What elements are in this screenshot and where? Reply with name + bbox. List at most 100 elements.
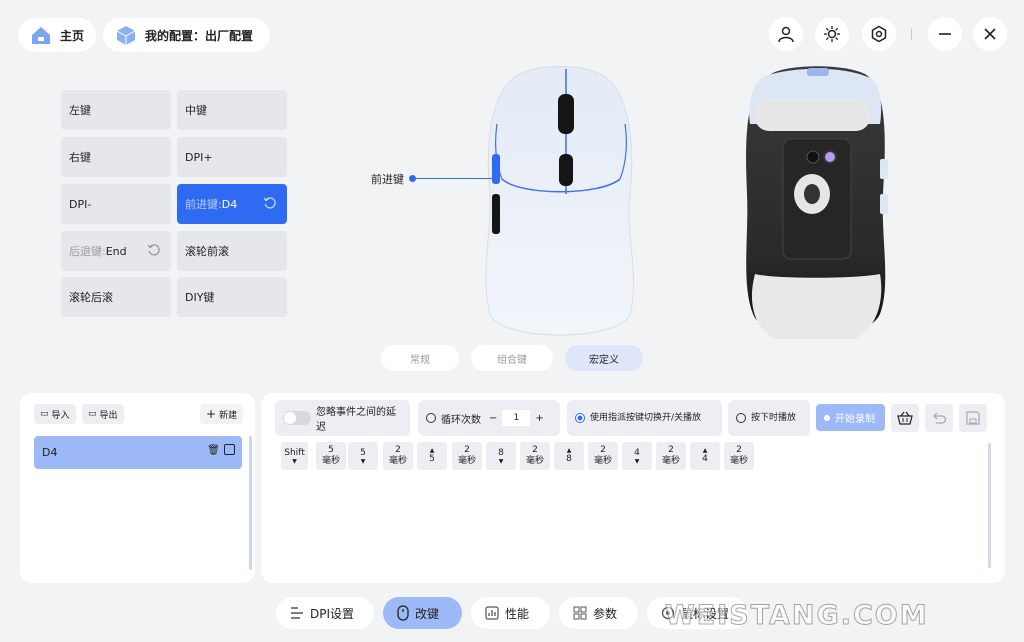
new-macro-button[interactable]: + 新建 bbox=[200, 404, 244, 424]
undo-button[interactable] bbox=[925, 404, 953, 432]
plus-icon[interactable]: + bbox=[535, 413, 543, 424]
macro-delay-item[interactable]: 2 毫秒 bbox=[520, 442, 550, 470]
loop-option[interactable]: 循环次数 − 1 + bbox=[418, 400, 560, 436]
tab-combo[interactable]: 组合键 bbox=[471, 345, 553, 371]
key-diy-button[interactable]: DIY键 bbox=[177, 277, 287, 317]
macro-item-value: 4 bbox=[634, 447, 640, 458]
export-button[interactable]: ▭ 导出 bbox=[82, 404, 124, 424]
key-wheel-down-button[interactable]: 滚轮后滚 bbox=[61, 277, 171, 317]
key-value: D4 bbox=[221, 197, 238, 211]
chart-icon bbox=[485, 606, 499, 620]
hold-play-radio[interactable] bbox=[736, 413, 746, 423]
loop-radio[interactable] bbox=[426, 413, 436, 423]
plus-icon: + bbox=[206, 407, 217, 421]
editor-scrollbar[interactable] bbox=[988, 443, 991, 568]
reset-icon[interactable] bbox=[147, 243, 161, 257]
macro-delay-item[interactable]: 2 毫秒 bbox=[588, 442, 618, 470]
macro-item[interactable]: D4 🗑 bbox=[34, 436, 242, 469]
settings-button[interactable] bbox=[862, 17, 896, 51]
nav-performance[interactable]: 性能 bbox=[471, 597, 550, 629]
sun-icon bbox=[824, 26, 840, 42]
record-dot-icon bbox=[824, 414, 830, 421]
user-button[interactable] bbox=[769, 17, 803, 51]
macro-delay-item[interactable]: 2 毫秒 bbox=[656, 442, 686, 470]
macro-key-item[interactable]: 5 ▼ bbox=[348, 442, 378, 470]
macro-key-item[interactable]: Shift ▼ bbox=[281, 442, 308, 470]
watermark: WEISTANG.COM bbox=[665, 600, 929, 632]
mouse-top-view bbox=[485, 66, 635, 336]
toggle-play-label: 使用指派按键切换开/关播放 bbox=[590, 413, 702, 423]
macro-key-item[interactable]: ▲ 8 bbox=[554, 442, 584, 470]
tab-macro[interactable]: 宏定义 bbox=[565, 345, 643, 371]
import-icon: ▭ bbox=[40, 409, 49, 419]
nav-label: DPI设置 bbox=[310, 606, 355, 621]
macro-item-value: 4 bbox=[702, 453, 708, 464]
toggle-play-radio[interactable] bbox=[575, 413, 585, 423]
header-divider bbox=[911, 28, 912, 40]
macro-item-value: 2 bbox=[600, 445, 606, 455]
macro-delay-item[interactable]: 2 毫秒 bbox=[383, 442, 413, 470]
key-middle-button[interactable]: 中键 bbox=[177, 90, 287, 130]
basket-icon bbox=[897, 411, 913, 425]
export-label: 导出 bbox=[99, 410, 118, 421]
lighting-button[interactable] bbox=[815, 17, 849, 51]
macro-item-value: 5 bbox=[328, 445, 334, 455]
nav-label: 性能 bbox=[505, 606, 530, 621]
macro-item-unit: 毫秒 bbox=[729, 456, 748, 466]
toggle-play-option[interactable]: 使用指派按键切换开/关播放 bbox=[567, 400, 722, 436]
key-label: 滚轮后滚 bbox=[69, 291, 113, 304]
cube-icon bbox=[116, 26, 136, 45]
key-right-button[interactable]: 右键 bbox=[61, 137, 171, 177]
minimize-button[interactable] bbox=[928, 17, 962, 51]
user-icon bbox=[778, 26, 794, 43]
nav-remap[interactable]: 改键 bbox=[383, 597, 462, 629]
hold-play-option[interactable]: 按下时播放 bbox=[728, 400, 810, 436]
start-recording-button[interactable]: 开始录制 bbox=[816, 404, 885, 431]
hold-play-label: 按下时播放 bbox=[751, 413, 797, 423]
home-button[interactable]: 主页 bbox=[18, 18, 96, 52]
key-dpi-up-button[interactable]: DPI+ bbox=[177, 137, 287, 177]
tab-normal[interactable]: 常规 bbox=[381, 345, 459, 371]
macro-key-item[interactable]: 4 ▼ bbox=[622, 442, 652, 470]
settings-hex-icon bbox=[871, 25, 887, 43]
macro-key-item[interactable]: ▲ 5 bbox=[417, 442, 447, 470]
macro-key-item[interactable]: 8 ▼ bbox=[486, 442, 516, 470]
nav-dpi-settings[interactable]: DPI设置 bbox=[276, 597, 374, 629]
macro-delay-item[interactable]: 5 毫秒 bbox=[316, 442, 346, 470]
key-label: 中键 bbox=[185, 104, 207, 117]
import-label: 导入 bbox=[51, 410, 70, 421]
key-forward-button[interactable]: 前进键: D4 bbox=[177, 184, 287, 224]
key-left-button[interactable]: 左键 bbox=[61, 90, 171, 130]
macro-delay-item[interactable]: 2 毫秒 bbox=[452, 442, 482, 470]
profile-button[interactable]: 我的配置：出厂配置 bbox=[103, 18, 270, 52]
trash-icon[interactable]: 🗑 bbox=[207, 445, 220, 456]
macro-item-value: Shift bbox=[284, 447, 305, 458]
list-scrollbar[interactable] bbox=[249, 436, 252, 570]
key-down-icon: ▼ bbox=[634, 457, 640, 465]
mouse-bottom-view bbox=[746, 66, 888, 339]
close-button[interactable] bbox=[973, 17, 1007, 51]
reset-icon[interactable] bbox=[263, 196, 277, 210]
new-label: 新建 bbox=[219, 410, 238, 421]
rename-icon[interactable] bbox=[224, 444, 235, 455]
loop-count-input[interactable]: 1 bbox=[502, 410, 531, 426]
key-label: 滚轮前滚 bbox=[185, 245, 229, 258]
macro-key-item[interactable]: ▲ 4 bbox=[690, 442, 720, 470]
key-back-button[interactable]: 后退键: End bbox=[61, 231, 171, 271]
minus-icon[interactable]: − bbox=[489, 413, 497, 424]
key-label: 右键 bbox=[69, 151, 91, 164]
key-dpi-down-button[interactable]: DPI- bbox=[61, 184, 171, 224]
basket-button[interactable] bbox=[891, 404, 919, 432]
nav-parameters[interactable]: 参数 bbox=[559, 597, 638, 629]
ignore-delay-toggle[interactable] bbox=[283, 411, 311, 425]
ignore-delay-option[interactable]: 忽略事件之间的延迟 bbox=[275, 400, 410, 436]
key-label: 左键 bbox=[69, 104, 91, 117]
macro-item-value: 2 bbox=[464, 445, 470, 455]
import-button[interactable]: ▭ 导入 bbox=[34, 404, 76, 424]
macro-item-value: 8 bbox=[498, 447, 504, 458]
key-wheel-up-button[interactable]: 滚轮前滚 bbox=[177, 231, 287, 271]
macro-delay-item[interactable]: 2 毫秒 bbox=[724, 442, 754, 470]
save-button[interactable] bbox=[959, 404, 987, 432]
macro-item-unit: 毫秒 bbox=[457, 456, 476, 466]
save-icon bbox=[966, 411, 980, 425]
